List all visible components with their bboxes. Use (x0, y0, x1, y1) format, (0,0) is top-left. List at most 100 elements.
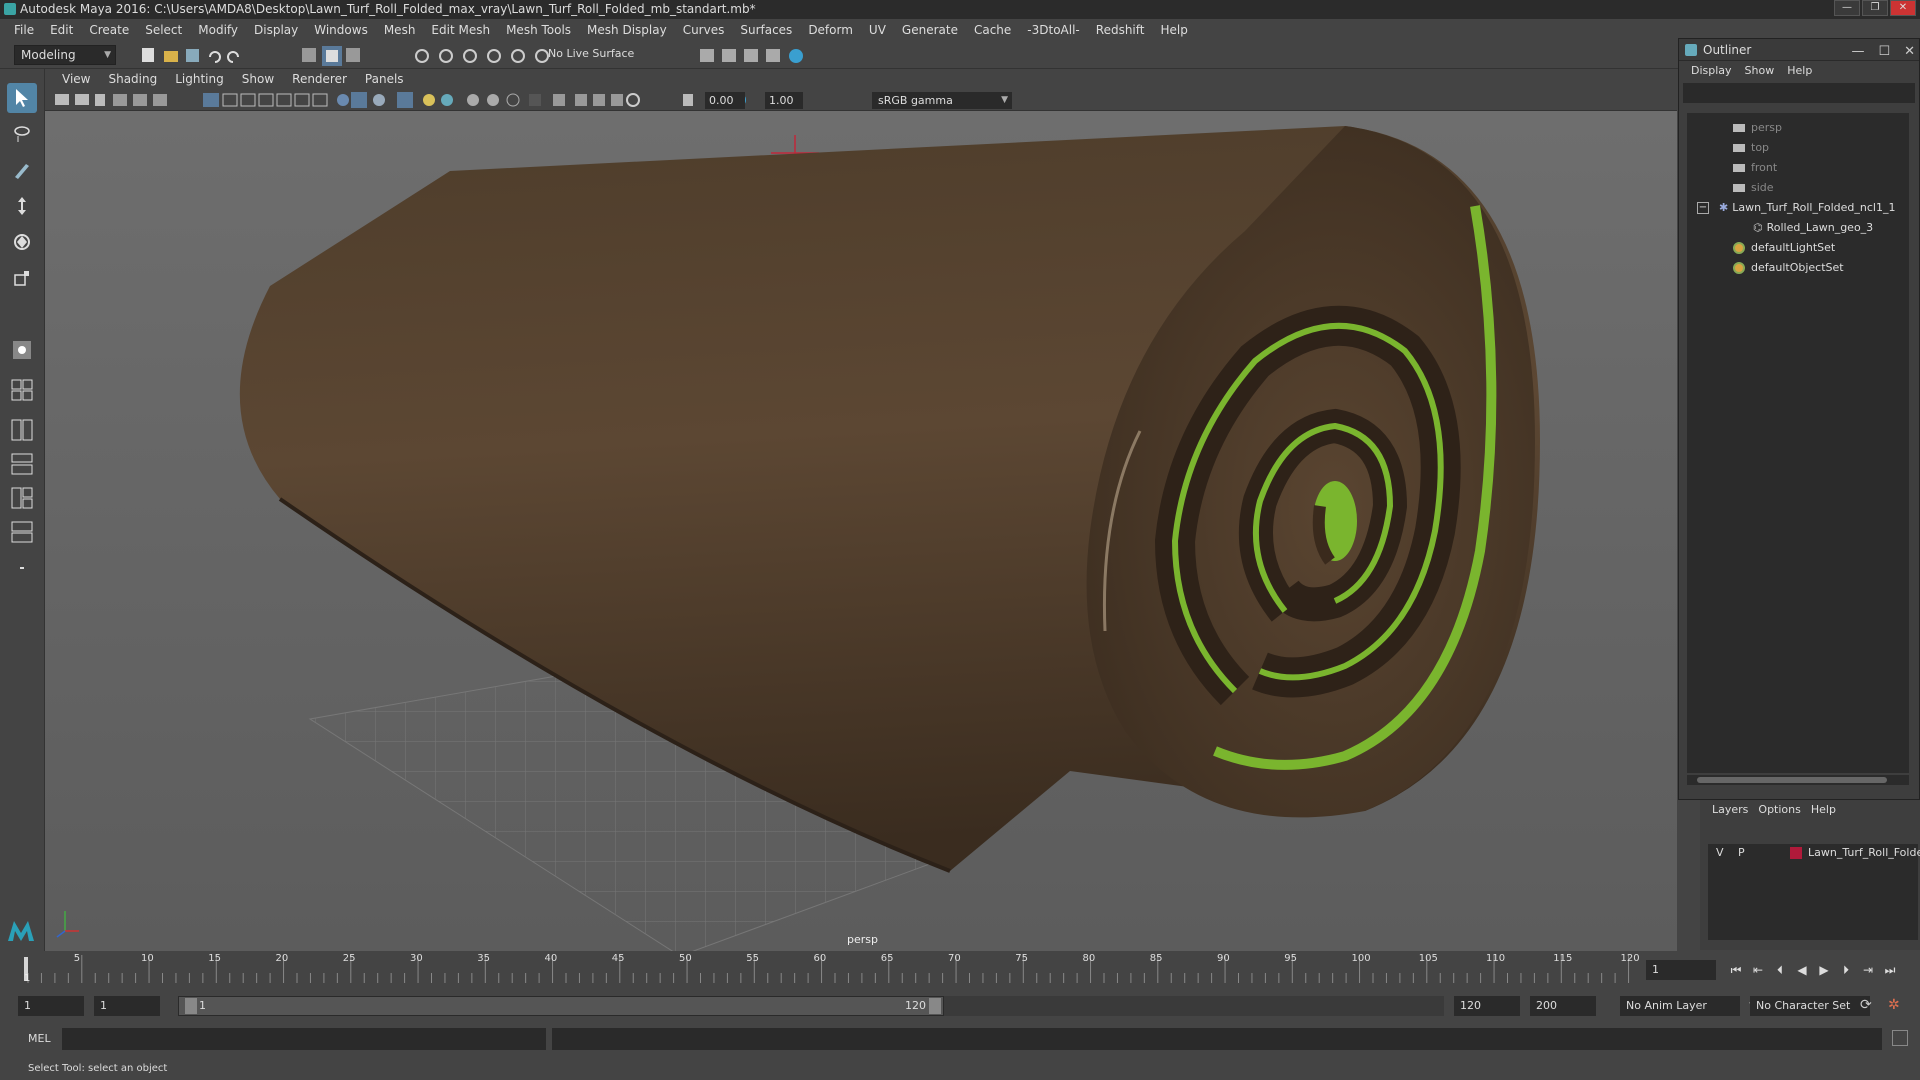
range-slider-start-handle[interactable] (185, 998, 197, 1014)
outliner-menu-show[interactable]: Show (1739, 61, 1782, 81)
layout-graph-button[interactable] (7, 483, 37, 513)
range-slider-end-handle[interactable] (929, 998, 941, 1014)
animation-end-field[interactable]: 200 (1530, 996, 1596, 1016)
menu-deform[interactable]: Deform (800, 19, 861, 41)
outliner-item-top[interactable]: top (1733, 139, 1769, 157)
collapse-toggle[interactable]: − (1697, 202, 1709, 214)
layer-menu-help[interactable]: Help (1811, 800, 1846, 820)
step-forward-key-button[interactable]: ⇥ (1860, 962, 1876, 978)
command-language-label[interactable]: MEL (28, 1032, 51, 1045)
character-set-select[interactable]: No Character Set (1750, 996, 1870, 1016)
layout-two-button[interactable] (7, 415, 37, 445)
menu-3dtoall[interactable]: -3DtoAll- (1019, 19, 1087, 41)
outliner-item-default-object-set[interactable]: defaultObjectSet (1733, 259, 1844, 277)
layout-outliner-button[interactable] (7, 449, 37, 479)
scene-render[interactable] (45, 111, 1677, 951)
scrollbar-thumb[interactable] (1697, 777, 1887, 783)
animation-preferences-icon[interactable]: ✲ (1888, 997, 1900, 1013)
menu-surfaces[interactable]: Surfaces (732, 19, 800, 41)
outliner-menu-display[interactable]: Display (1685, 61, 1739, 81)
menu-modify[interactable]: Modify (190, 19, 246, 41)
layer-row[interactable]: V P Lawn_Turf_Roll_Folded (1708, 844, 1920, 862)
view-transform-select[interactable]: sRGB gamma ▼ (872, 92, 1012, 109)
menu-create[interactable]: Create (81, 19, 137, 41)
layout-single-button[interactable] (7, 375, 37, 405)
menu-cache[interactable]: Cache (966, 19, 1019, 41)
move-tool-button[interactable] (7, 191, 37, 221)
menu-help[interactable]: Help (1152, 19, 1195, 41)
viewport-menu-view[interactable]: View (53, 72, 99, 86)
viewport-menu-show[interactable]: Show (233, 72, 283, 86)
viewport-menu-shading[interactable]: Shading (99, 72, 166, 86)
command-input[interactable] (62, 1028, 546, 1050)
range-slider[interactable]: 1 120 (178, 996, 944, 1016)
layer-color-swatch[interactable] (1790, 847, 1802, 859)
play-forward-button[interactable]: ▶ (1816, 962, 1832, 978)
range-slider-track[interactable] (944, 996, 1444, 1016)
layer-menu-layers[interactable]: Layers (1712, 800, 1758, 820)
outliner-item-side[interactable]: side (1733, 179, 1774, 197)
menu-set-selector[interactable]: Modeling ▼ (14, 45, 116, 65)
outliner-item-default-light-set[interactable]: defaultLightSet (1733, 239, 1835, 257)
viewport-menu-panels[interactable]: Panels (356, 72, 413, 86)
soft-modification-tool-button[interactable] (7, 335, 37, 365)
viewport-3d[interactable]: persp (45, 111, 1677, 951)
step-back-key-button[interactable]: ⇤ (1750, 962, 1766, 978)
menu-edit-mesh[interactable]: Edit Mesh (423, 19, 498, 41)
layer-playback-toggle[interactable]: P (1738, 844, 1745, 862)
live-surface-label[interactable]: No Live Surface (548, 47, 634, 60)
outliner-maximize-button[interactable]: ☐ (1878, 41, 1890, 63)
outliner-tree[interactable]: persp top front side − ✱ Lawn_Turf_Roll_Fo… (1687, 113, 1909, 773)
toolbox-options-button[interactable] (7, 553, 37, 583)
viewport-menu-lighting[interactable]: Lighting (166, 72, 233, 86)
layout-hypershade-button[interactable] (7, 517, 37, 547)
go-to-end-button[interactable]: ⏭ (1882, 962, 1898, 978)
outliner-horizontal-scrollbar[interactable] (1687, 775, 1909, 785)
current-frame-field[interactable]: 1 (1646, 960, 1716, 980)
menu-mesh-tools[interactable]: Mesh Tools (498, 19, 579, 41)
rotate-tool-button[interactable] (7, 227, 37, 257)
menu-generate[interactable]: Generate (894, 19, 966, 41)
layer-menu-options[interactable]: Options (1758, 800, 1810, 820)
outliner-filter-input[interactable] (1683, 83, 1915, 103)
outliner-item-front[interactable]: front (1733, 159, 1777, 177)
script-editor-icon[interactable] (1892, 1030, 1908, 1046)
play-backward-button[interactable]: ◀ (1794, 962, 1810, 978)
maximize-button[interactable]: ❐ (1862, 0, 1888, 16)
outliner-item-rolled-lawn-geo[interactable]: ⌬ Rolled_Lawn_geo_3 (1753, 219, 1873, 237)
lasso-tool-button[interactable] (7, 119, 37, 149)
outliner-item-persp[interactable]: persp (1733, 119, 1782, 137)
playback-end-field[interactable]: 120 (1454, 996, 1520, 1016)
go-to-start-button[interactable]: ⏮ (1728, 962, 1744, 978)
auto-key-icon[interactable]: ⟳ (1860, 997, 1872, 1013)
menu-mesh[interactable]: Mesh (376, 19, 424, 41)
viewport-menu-renderer[interactable]: Renderer (283, 72, 356, 86)
menu-windows[interactable]: Windows (306, 19, 376, 41)
outliner-item-lawn-group[interactable]: − ✱ Lawn_Turf_Roll_Folded_ncl1_1 (1697, 199, 1896, 217)
close-button[interactable]: ✕ (1890, 0, 1916, 16)
layer-visibility-toggle[interactable]: V (1716, 844, 1724, 862)
outliner-minimize-button[interactable]: — (1851, 41, 1864, 63)
menu-edit[interactable]: Edit (42, 19, 81, 41)
time-slider[interactable]: 1 5 10 15 20 25 30 35 40 45 50 55 60 65 70 75 80 85 90 95 1… (20, 951, 1640, 985)
outliner-menu-help[interactable]: Help (1781, 61, 1819, 81)
minimize-button[interactable]: — (1834, 0, 1860, 16)
step-forward-frame-button[interactable]: ⏵ (1838, 962, 1854, 978)
time-slider-ruler[interactable] (20, 951, 1640, 985)
step-back-frame-button[interactable]: ⏴ (1772, 962, 1788, 978)
menu-select[interactable]: Select (137, 19, 190, 41)
menu-uv[interactable]: UV (861, 19, 894, 41)
menu-display[interactable]: Display (246, 19, 306, 41)
menu-curves[interactable]: Curves (675, 19, 733, 41)
menu-redshift[interactable]: Redshift (1088, 19, 1153, 41)
layer-list-area[interactable] (1708, 862, 1918, 940)
playback-start-field[interactable]: 1 (94, 996, 160, 1016)
scale-tool-button[interactable] (7, 263, 37, 293)
anim-layer-select[interactable]: No Anim Layer▼ (1620, 996, 1756, 1016)
outliner-close-button[interactable]: ✕ (1904, 41, 1915, 63)
exposure-field[interactable]: 0.00 (705, 92, 745, 109)
menu-file[interactable]: File (6, 19, 42, 41)
gamma-field[interactable]: 1.00 (765, 92, 803, 109)
menu-mesh-display[interactable]: Mesh Display (579, 19, 675, 41)
paint-select-tool-button[interactable] (7, 155, 37, 185)
